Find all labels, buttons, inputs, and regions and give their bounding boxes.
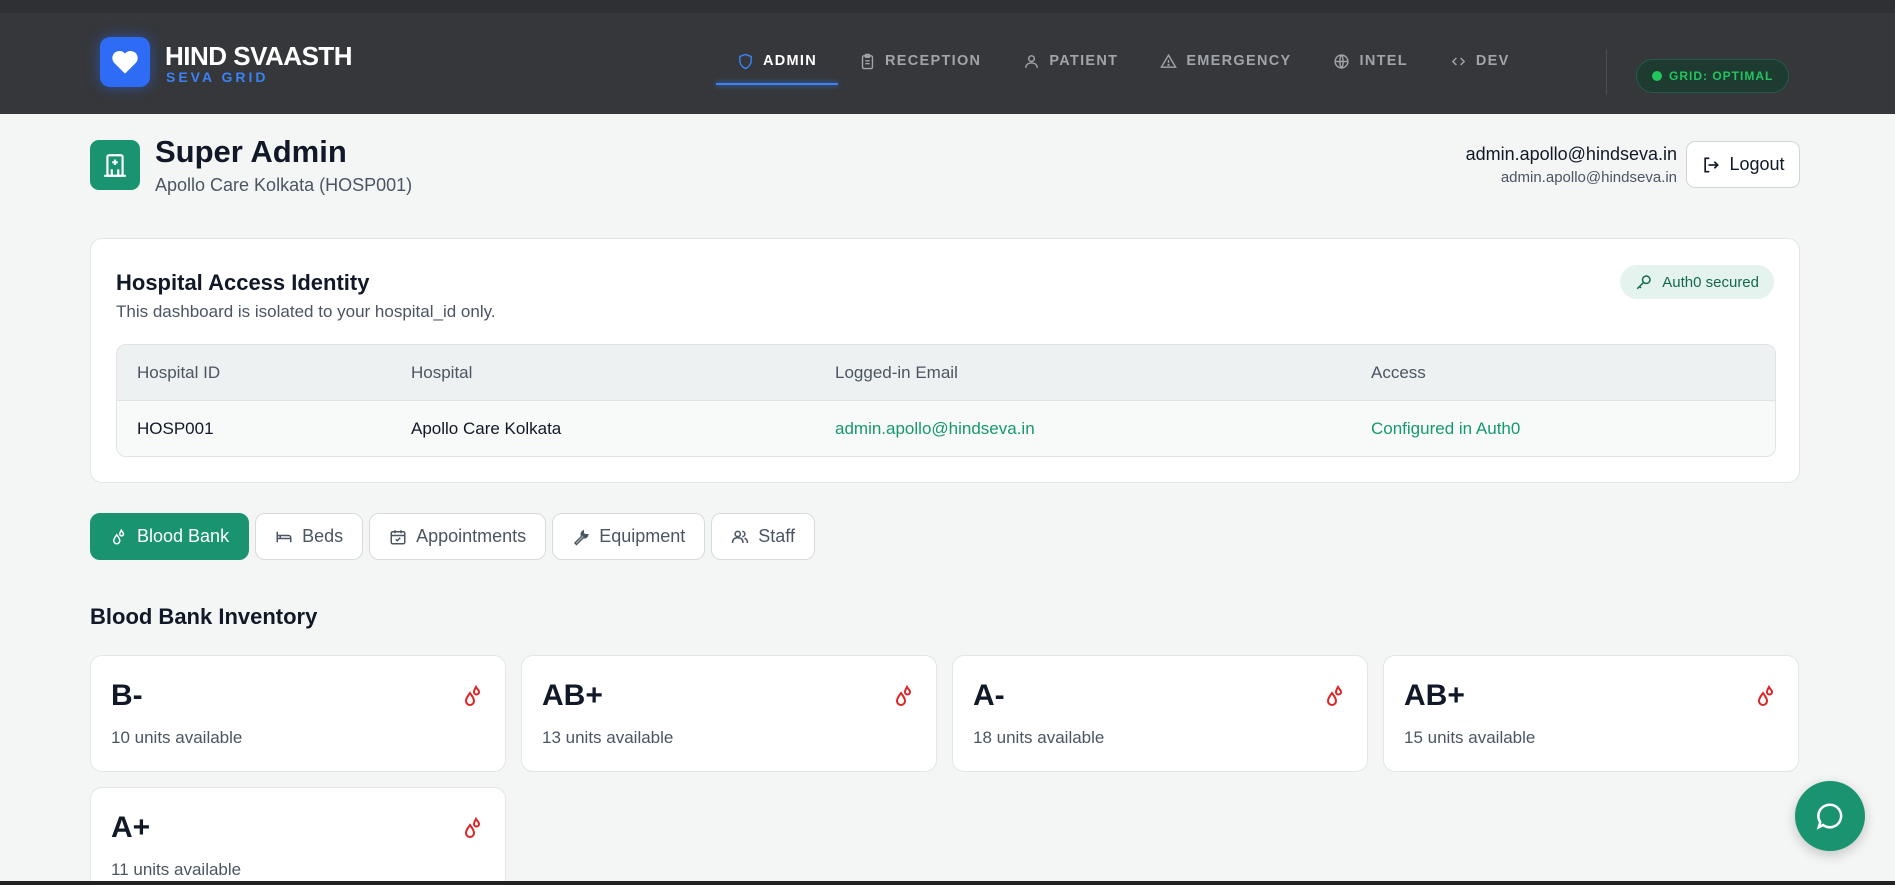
blood-units: 18 units available (973, 728, 1105, 747)
tab-staff[interactable]: Staff (711, 513, 815, 560)
tab-label: Equipment (599, 526, 686, 546)
blood-card[interactable]: AB+ 15 units available (1383, 655, 1799, 772)
blood-drop-icon (895, 684, 912, 706)
hospital-icon-tile (90, 140, 140, 190)
nav-patient[interactable]: PATIENT (1002, 41, 1139, 81)
main-nav: ADMIN RECEPTION PATIENT EMERGENCY INTEL … (716, 41, 1531, 85)
nav-label: RECEPTION (885, 53, 982, 69)
brand-title: HIND SVAASTH (165, 41, 353, 71)
heart-icon (112, 50, 138, 74)
key-icon (1636, 275, 1652, 290)
clipboard-icon (861, 53, 874, 69)
nav-label: ADMIN (763, 53, 818, 69)
table-row: HOSP001 Apollo Care Kolkata admin.apollo… (117, 401, 1775, 456)
column-header: Access (1371, 363, 1426, 382)
blood-drop-icon (112, 528, 125, 544)
tab-label: Blood Bank (137, 526, 230, 546)
nav-label: INTEL (1359, 53, 1408, 69)
table-header: Hospital ID Hospital Logged-in Email Acc… (117, 345, 1775, 401)
blood-drop-icon (1326, 684, 1343, 706)
blood-units: 10 units available (111, 728, 243, 747)
blood-units: 15 units available (1404, 728, 1536, 747)
user-email-secondary: admin.apollo@hindseva.in (1500, 169, 1677, 186)
tab-blood-bank[interactable]: Blood Bank (90, 513, 250, 560)
blood-type: A+ (111, 811, 151, 844)
shield-icon (739, 53, 752, 69)
user-email: admin.apollo@hindseva.in (1465, 144, 1677, 164)
status-dot-icon (1652, 71, 1662, 81)
nav-emergency[interactable]: EMERGENCY (1139, 41, 1312, 81)
tab-label: Appointments (416, 526, 527, 546)
code-icon (1451, 56, 1466, 66)
column-header: Hospital (411, 363, 473, 382)
blood-type: AB+ (542, 679, 603, 712)
brand-logo[interactable] (100, 37, 150, 87)
user-icon (1025, 54, 1039, 68)
nav-label: EMERGENCY (1186, 53, 1292, 69)
bed-icon (276, 531, 292, 542)
nav-label: DEV (1475, 53, 1510, 69)
identity-subtitle: This dashboard is isolated to your hospi… (116, 302, 496, 321)
auth-badge: Auth0 secured (1620, 265, 1774, 299)
blood-card[interactable]: AB+ 13 units available (521, 655, 937, 772)
blood-type: AB+ (1404, 679, 1465, 712)
tab-label: Staff (758, 526, 795, 546)
section-tabs: Blood Bank Beds Appointments Equipment S… (90, 513, 815, 560)
grid-status-badge: GRID: OPTIMAL (1636, 59, 1790, 93)
grid-status-text: GRID: OPTIMAL (1669, 69, 1774, 83)
hospital-id-cell: HOSP001 (137, 419, 214, 438)
blood-card[interactable]: B- 10 units available (90, 655, 506, 772)
hospital-icon (104, 154, 126, 177)
blood-drop-icon (1757, 684, 1774, 706)
column-header: Hospital ID (137, 363, 221, 382)
nav-reception[interactable]: RECEPTION (838, 41, 1002, 81)
blood-type: A- (973, 679, 1005, 712)
column-header: Logged-in Email (835, 363, 958, 382)
blood-type: B- (111, 679, 143, 712)
logout-label: Logout (1729, 154, 1785, 174)
chat-button[interactable] (1795, 781, 1865, 851)
nav-label: PATIENT (1049, 53, 1119, 69)
nav-divider (1606, 49, 1607, 95)
calendar-icon (390, 529, 406, 544)
warning-icon (1160, 53, 1178, 68)
tab-label: Beds (302, 526, 344, 546)
auth-badge-label: Auth0 secured (1662, 273, 1759, 291)
access-cell: Configured in Auth0 (1371, 419, 1521, 438)
blood-card[interactable]: A+ 11 units available (90, 787, 506, 885)
logout-button[interactable]: Logout (1686, 141, 1800, 188)
page-subtitle: Apollo Care Kolkata (HOSP001) (155, 175, 413, 195)
tab-appointments[interactable]: Appointments (369, 513, 547, 560)
top-nav-bar: HIND SVAASTH SEVA GRID ADMIN RECEPTION P… (0, 0, 1895, 114)
blood-units: 11 units available (111, 860, 242, 879)
email-cell[interactable]: admin.apollo@hindseva.in (835, 401, 1035, 456)
tab-beds[interactable]: Beds (255, 513, 364, 560)
blood-card[interactable]: A- 18 units available (952, 655, 1368, 772)
users-icon (732, 530, 749, 543)
chat-icon (1816, 803, 1843, 830)
blood-drop-icon (464, 684, 481, 706)
hospital-name-cell: Apollo Care Kolkata (411, 419, 562, 438)
page-title: Super Admin (155, 134, 347, 169)
identity-title: Hospital Access Identity (116, 270, 370, 295)
blood-drop-icon (464, 816, 481, 838)
logout-icon (1704, 157, 1720, 172)
nav-intel[interactable]: INTEL (1312, 41, 1428, 81)
nav-admin[interactable]: ADMIN (716, 41, 839, 85)
blood-units: 13 units available (542, 728, 674, 747)
brand-subtitle: SEVA GRID (166, 69, 269, 85)
nav-dev[interactable]: DEV (1429, 41, 1531, 81)
globe-icon (1334, 53, 1350, 69)
wrench-icon (574, 529, 589, 546)
inventory-title: Blood Bank Inventory (90, 604, 318, 629)
bottom-edge (0, 881, 1895, 885)
hospital-identity-card: Hospital Access Identity This dashboard … (90, 238, 1800, 483)
tab-equipment[interactable]: Equipment (552, 513, 706, 560)
identity-table: Hospital ID Hospital Logged-in Email Acc… (116, 344, 1776, 457)
